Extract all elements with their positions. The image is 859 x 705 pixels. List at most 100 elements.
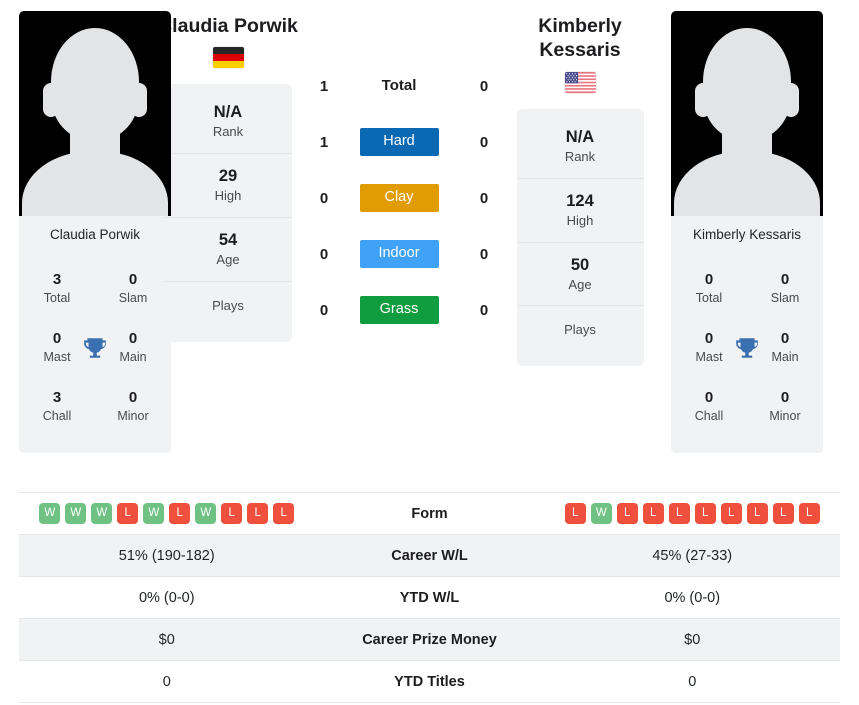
right-player-rank-card: N/A Rank 124 High 50 Age Plays [516,108,644,367]
comparison-header: Claudia Porwik 3 Total 0 Slam 0 Mast 0 M… [0,0,859,487]
surface-badge-hard[interactable]: Hard [359,128,439,156]
left-high-cell: 29 High [164,154,292,219]
form-badge-w[interactable]: W [91,503,113,524]
left-rank-cell: N/A Rank [164,90,292,155]
left-player-name[interactable]: Claudia Porwik [158,14,298,38]
table-label-ytd-titles: YTD Titles [394,673,465,690]
right-player-card[interactable]: Kimberly Kessaris 0 Total 0 Slam 0 Mast … [671,11,823,453]
form-badge-w[interactable]: W [65,503,87,524]
form-badge-l[interactable]: L [247,503,269,524]
right-player-name[interactable]: Kimberly Kessaris [515,14,645,63]
h2h-clay-left-score: 0 [319,189,329,207]
right-ytd-titles: 0 [688,673,697,690]
left-titles-row-3: 3 Chall 0 Minor [19,378,171,437]
left-titles-slam-label: Slam [118,291,148,306]
h2h-indoor-right-score: 0 [479,245,489,263]
right-high-label: High [566,212,594,228]
left-player-card[interactable]: Claudia Porwik 3 Total 0 Slam 0 Mast 0 M… [19,11,171,453]
right-form-badges: LWLLLLLLLL [545,503,841,524]
right-titles-minor-value: 0 [780,388,790,406]
form-badge-l[interactable]: L [616,503,638,524]
right-titles-row-1: 0 Total 0 Slam [671,260,823,319]
right-titles-slam-label: Slam [770,291,800,306]
h2h-hard-right-score: 0 [479,133,489,151]
right-age-label: Age [568,276,592,292]
form-badge-w[interactable]: W [143,503,165,524]
right-high-value: 124 [566,191,594,210]
form-badge-l[interactable]: L [772,503,794,524]
right-age-value: 50 [570,255,590,274]
form-badge-l[interactable]: L [746,503,768,524]
right-titles-chall-value: 0 [704,388,714,406]
table-label-ytd-wl: YTD W/L [399,589,460,606]
right-titles-minor: 0 Minor [747,388,823,424]
form-badge-l[interactable]: L [564,503,586,524]
h2h-row-total: 1 Total 0 [304,58,504,114]
surface-badge-indoor[interactable]: Indoor [359,240,439,268]
form-badge-l[interactable]: L [642,503,664,524]
form-badge-w[interactable]: W [195,503,217,524]
head-to-head-column: 1 Total 0 1 Hard 0 0 Clay 0 0 Indoor 0 0… [304,0,504,338]
left-ytd-wl: 0% (0-0) [138,589,195,606]
form-badge-l[interactable]: L [169,503,191,524]
right-titles-slam-value: 0 [780,270,790,288]
usa-flag-icon [564,71,596,93]
form-badge-l[interactable]: L [720,503,742,524]
h2h-row-grass: 0 Grass 0 [304,282,504,338]
left-player-photo-column: Claudia Porwik 3 Total 0 Slam 0 Mast 0 M… [0,0,171,453]
player-comparison-page: Claudia Porwik 3 Total 0 Slam 0 Mast 0 M… [0,0,859,705]
form-badge-w[interactable]: W [590,503,612,524]
form-badge-l[interactable]: L [668,503,690,524]
form-badge-l[interactable]: L [273,503,295,524]
right-player-photo-caption: Kimberly Kessaris [671,216,823,256]
form-badge-w[interactable]: W [39,503,61,524]
h2h-total-label-cell: Total [344,77,454,95]
right-age-cell: 50 Age [516,243,644,307]
avatar-silhouette-ear-left [695,83,711,117]
h2h-clay-right-score: 0 [479,189,489,207]
left-titles-minor-label: Minor [117,409,149,424]
trophy-icon [736,338,758,358]
h2h-grass-label-cell: Grass [344,296,454,324]
left-age-label: Age [216,252,240,268]
left-player-rank-card: N/A Rank 29 High 54 Age Plays [164,84,292,343]
table-row-ytd-wl: 0% (0-0) YTD W/L 0% (0-0) [19,577,840,619]
germany-flag-icon [212,47,244,69]
right-ytd-wl: 0% (0-0) [664,589,721,606]
trophy-icon [84,338,106,358]
form-badge-l[interactable]: L [221,503,243,524]
left-rank-value: N/A [213,103,243,122]
table-row-ytd-titles: 0 YTD Titles 0 [19,661,840,703]
left-titles-chall-label: Chall [42,409,72,424]
right-career-prize-money: $0 [684,631,701,648]
left-titles-total-label: Total [43,291,71,306]
left-titles-row-1: 3 Total 0 Slam [19,260,171,319]
right-rank-value: N/A [565,127,595,146]
left-age-cell: 54 Age [164,218,292,283]
surface-badge-grass[interactable]: Grass [359,296,439,324]
left-plays-cell: Plays [165,282,292,334]
right-titles-slam: 0 Slam [747,270,823,306]
table-label-career-prize-money: Career Prize Money [362,631,497,648]
right-titles-row-2: 0 Mast 0 Main [671,319,823,378]
right-player-photo-column: Kimberly Kessaris 0 Total 0 Slam 0 Mast … [656,0,823,453]
h2h-row-hard: 1 Hard 0 [304,114,504,170]
left-ytd-titles: 0 [162,673,171,690]
avatar-silhouette-ear-right [783,83,799,117]
avatar-silhouette-ear-left [43,83,59,117]
left-titles-slam-value: 0 [128,270,138,288]
form-badge-l[interactable]: L [798,503,820,524]
form-badge-l[interactable]: L [117,503,139,524]
right-player-titles-card: 0 Total 0 Slam 0 Mast 0 Main 0 Chall 0 M… [671,255,823,453]
h2h-grass-right-score: 0 [479,301,489,319]
h2h-total-right-score: 0 [479,77,489,95]
form-badge-l[interactable]: L [694,503,716,524]
right-titles-minor-label: Minor [769,409,801,424]
left-titles-chall: 3 Chall [19,389,95,424]
table-row-career-prize-money: $0 Career Prize Money $0 [19,619,840,661]
left-age-value: 54 [218,231,238,250]
left-player-avatar [19,11,171,216]
left-titles-total-value: 3 [52,270,62,288]
right-titles-chall: 0 Chall [671,388,747,424]
surface-badge-clay[interactable]: Clay [359,184,439,212]
